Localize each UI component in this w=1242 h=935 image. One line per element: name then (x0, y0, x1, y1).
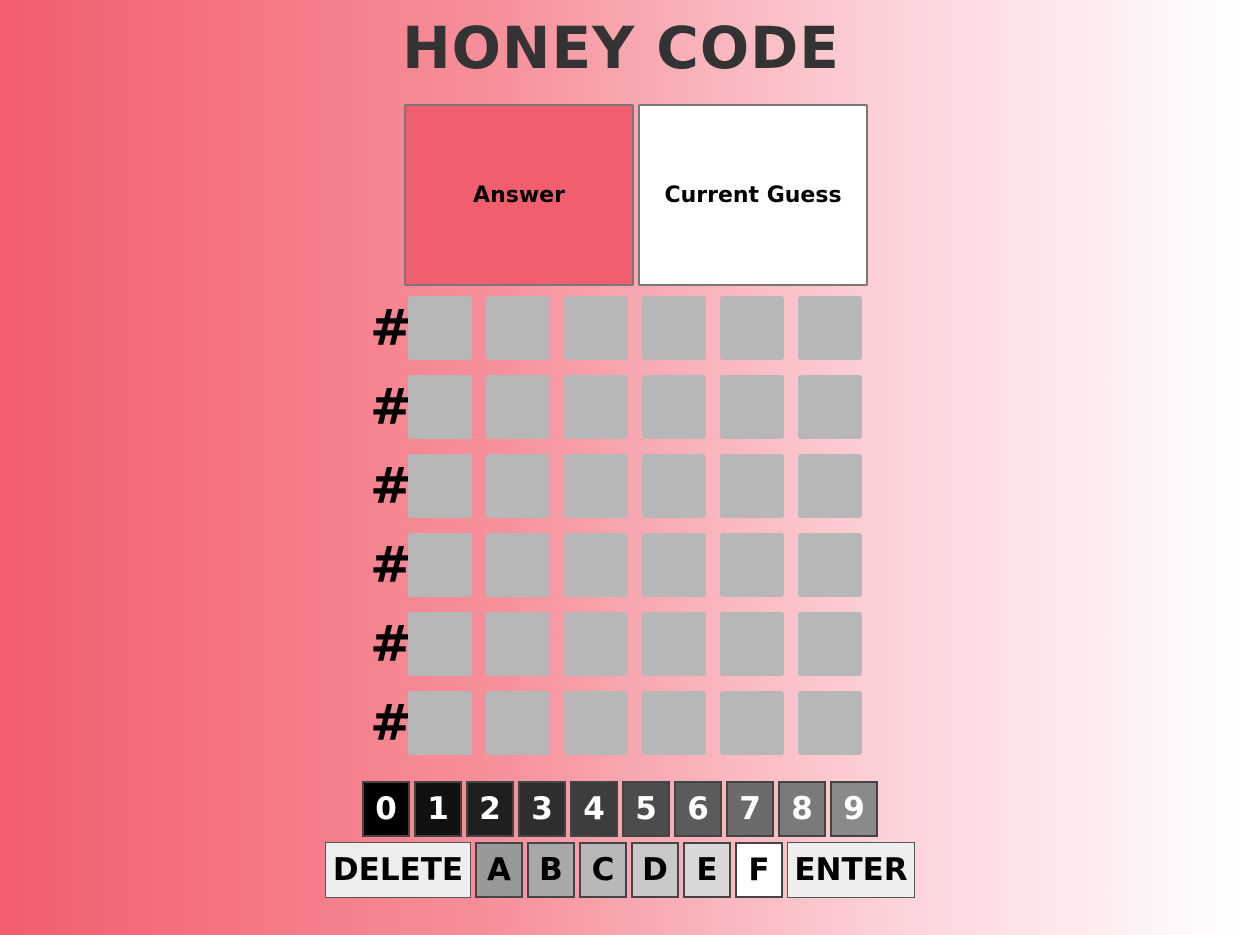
answer-panel: Answer (404, 104, 634, 286)
guess-cell (642, 691, 706, 755)
guess-cell (798, 454, 862, 518)
key-0[interactable]: 0 (362, 781, 410, 837)
guess-cell (564, 612, 628, 676)
key-3[interactable]: 3 (518, 781, 566, 837)
guess-cell (486, 296, 550, 360)
current-guess-label: Current Guess (664, 182, 842, 208)
key-enter[interactable]: ENTER (787, 842, 915, 898)
guess-cell (408, 612, 472, 676)
key-b[interactable]: B (527, 842, 575, 898)
guess-cell (408, 533, 472, 597)
key-1[interactable]: 1 (414, 781, 462, 837)
guess-row: # (370, 454, 870, 518)
guess-cell (564, 375, 628, 439)
row-marker: # (370, 457, 412, 515)
key-9[interactable]: 9 (830, 781, 878, 837)
guess-row: # (370, 691, 870, 755)
key-6[interactable]: 6 (674, 781, 722, 837)
guess-row: # (370, 612, 870, 676)
guess-row: # (370, 533, 870, 597)
key-2[interactable]: 2 (466, 781, 514, 837)
guess-cell (720, 296, 784, 360)
key-8[interactable]: 8 (778, 781, 826, 837)
guess-cell (486, 375, 550, 439)
guess-cell (564, 296, 628, 360)
key-delete[interactable]: DELETE (325, 842, 471, 898)
guess-row: # (370, 296, 870, 360)
key-5[interactable]: 5 (622, 781, 670, 837)
key-a[interactable]: A (475, 842, 523, 898)
guess-cell (720, 375, 784, 439)
row-marker: # (370, 615, 412, 673)
guess-cell (720, 612, 784, 676)
row-marker: # (370, 536, 412, 594)
guess-cell (798, 296, 862, 360)
guess-cell (408, 454, 472, 518)
guess-cell (408, 375, 472, 439)
guess-cell (486, 612, 550, 676)
guess-cell (720, 533, 784, 597)
current-guess-panel: Current Guess (638, 104, 868, 286)
guess-cell (798, 612, 862, 676)
guess-cell (564, 454, 628, 518)
guess-cell (798, 533, 862, 597)
key-c[interactable]: C (579, 842, 627, 898)
guess-cell (642, 375, 706, 439)
guess-cell (720, 691, 784, 755)
guess-cell (720, 454, 784, 518)
guess-cell (798, 691, 862, 755)
guess-cell (486, 454, 550, 518)
answer-label: Answer (473, 182, 565, 208)
guess-cell (642, 454, 706, 518)
row-marker: # (370, 299, 412, 357)
guess-cell (642, 533, 706, 597)
row-marker: # (370, 378, 412, 436)
key-7[interactable]: 7 (726, 781, 774, 837)
key-e[interactable]: E (683, 842, 731, 898)
guess-cell (486, 691, 550, 755)
guess-row: # (370, 375, 870, 439)
guess-cell (486, 533, 550, 597)
row-marker: # (370, 694, 412, 752)
key-d[interactable]: D (631, 842, 679, 898)
game-title: HONEY CODE (402, 14, 840, 82)
guess-cell (408, 296, 472, 360)
key-4[interactable]: 4 (570, 781, 618, 837)
guess-cell (642, 612, 706, 676)
guess-cell (408, 691, 472, 755)
key-f[interactable]: F (735, 842, 783, 898)
guess-cell (798, 375, 862, 439)
guess-cell (564, 533, 628, 597)
guess-cell (564, 691, 628, 755)
guess-cell (642, 296, 706, 360)
